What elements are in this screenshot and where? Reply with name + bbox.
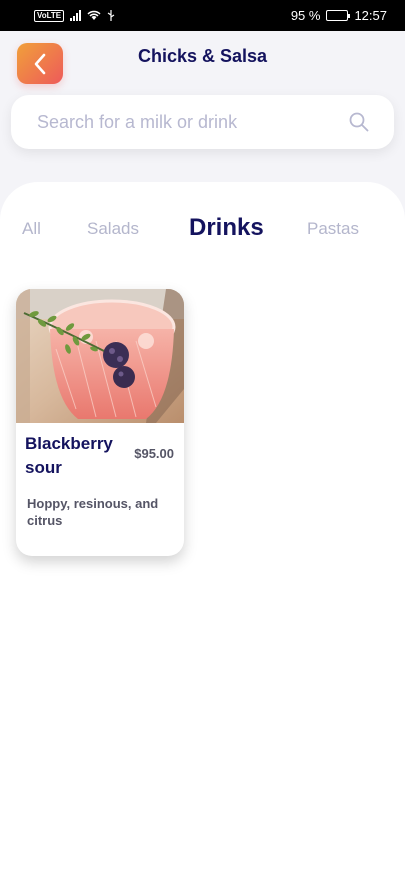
battery-percent: 95 %	[290, 8, 321, 23]
battery-icon	[326, 10, 351, 21]
tab-drinks[interactable]: Drinks	[189, 214, 264, 242]
tab-pastas[interactable]: Pastas	[307, 218, 359, 240]
search-bar[interactable]	[11, 95, 394, 149]
status-time: 12:57	[354, 8, 387, 23]
wifi-icon	[87, 10, 101, 20]
product-name: Blackberry sour	[25, 434, 113, 477]
status-bar: VoLTE 95 % 12:57	[0, 0, 405, 31]
status-bar-right: 95 % 12:57	[291, 8, 387, 23]
product-card[interactable]: Blackberry sour $95.00 Hoppy, resinous, …	[16, 289, 184, 556]
usb-icon	[107, 10, 115, 21]
category-tabs: All Salads Drinks Pastas	[0, 214, 405, 248]
volte-badge: VoLTE	[34, 9, 65, 22]
product-price: $95.00	[134, 446, 174, 461]
product-description: Hoppy, resinous, and citrus	[27, 496, 159, 528]
tab-salads[interactable]: Salads	[87, 218, 139, 240]
search-icon[interactable]	[348, 111, 370, 133]
product-image	[16, 289, 184, 423]
status-bar-left: VoLTE	[34, 9, 115, 22]
content-sheet: All Salads Drinks Pastas Blackberry sour…	[0, 182, 405, 878]
search-input[interactable]	[37, 111, 348, 133]
tab-all[interactable]: All	[22, 218, 41, 240]
signal-icon	[70, 10, 82, 21]
page-title: Chicks & Salsa	[137, 46, 268, 66]
